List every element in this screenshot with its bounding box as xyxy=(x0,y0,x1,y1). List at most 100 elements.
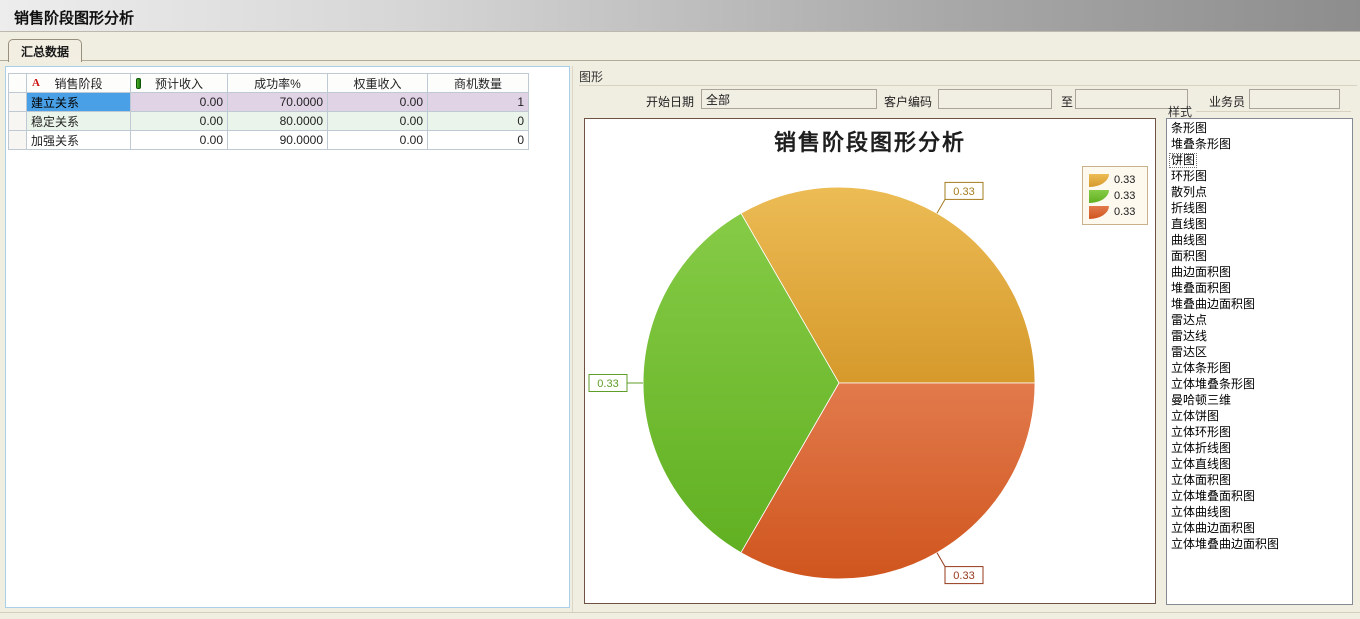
style-list-item[interactable]: 立体曲边面积图 xyxy=(1169,520,1350,536)
style-item-label: 堆叠曲边面积图 xyxy=(1169,297,1257,312)
style-list-item[interactable]: 立体曲线图 xyxy=(1169,504,1350,520)
style-list-item[interactable]: 堆叠条形图 xyxy=(1169,136,1350,152)
column-header-stage[interactable]: A 销售阶段 xyxy=(27,74,131,93)
row-indicator-cell[interactable] xyxy=(9,93,27,112)
chart-style-list[interactable]: 条形图堆叠条形图饼图环形图散列点折线图直线图曲线图面积图曲边面积图堆叠面积图堆叠… xyxy=(1166,118,1353,605)
column-header-expected[interactable]: 预计收入 xyxy=(131,74,228,93)
table-row[interactable]: 稳定关系0.0080.00000.000 xyxy=(9,112,529,131)
legend-swatch-icon xyxy=(1089,206,1109,219)
pie-chart: 0.33 0.33 0.33 xyxy=(585,119,1155,603)
legend-value: 0.33 xyxy=(1114,174,1135,186)
style-list-item[interactable]: 立体堆叠曲边面积图 xyxy=(1169,536,1350,552)
style-list-item[interactable]: 散列点 xyxy=(1169,184,1350,200)
salesman-label: 业务员 xyxy=(1209,93,1245,110)
table-cell[interactable]: 70.0000 xyxy=(228,93,328,112)
style-list-item[interactable]: 雷达区 xyxy=(1169,344,1350,360)
style-list-item[interactable]: 立体折线图 xyxy=(1169,440,1350,456)
style-item-label: 立体环形图 xyxy=(1169,425,1233,440)
column-header-success[interactable]: 成功率% xyxy=(228,74,328,93)
style-item-label: 曼哈顿三维 xyxy=(1169,393,1233,408)
graph-panel-caption: 图形 xyxy=(579,68,1357,86)
style-list-item[interactable]: 折线图 xyxy=(1169,200,1350,216)
red-a-icon: A xyxy=(32,77,40,89)
slice-label-text: 0.33 xyxy=(953,570,974,582)
table-cell[interactable]: 0.00 xyxy=(328,131,428,150)
style-list-item[interactable]: 立体堆叠条形图 xyxy=(1169,376,1350,392)
table-cell[interactable]: 0.00 xyxy=(328,112,428,131)
style-list-item[interactable]: 面积图 xyxy=(1169,248,1350,264)
slice-label-text: 0.33 xyxy=(597,378,618,390)
style-list-item[interactable]: 立体面积图 xyxy=(1169,472,1350,488)
column-header-label: 权重收入 xyxy=(353,77,401,91)
summary-grid-panel: A 销售阶段 预计收入 成功率% 权重收入 商机数量 建立关系0.0070.00… xyxy=(5,66,570,608)
style-list-item[interactable]: 堆叠面积图 xyxy=(1169,280,1350,296)
style-list-item[interactable]: 立体环形图 xyxy=(1169,424,1350,440)
style-item-label: 堆叠面积图 xyxy=(1169,281,1233,296)
style-item-label: 立体曲边面积图 xyxy=(1169,521,1257,536)
label-callout-line xyxy=(937,199,945,213)
table-cell[interactable]: 0.00 xyxy=(328,93,428,112)
table-row[interactable]: 建立关系0.0070.00000.001 xyxy=(9,93,529,112)
start-date-input[interactable] xyxy=(701,89,877,109)
style-item-label: 立体堆叠曲边面积图 xyxy=(1169,537,1281,552)
slice-label-text: 0.33 xyxy=(953,186,974,198)
style-list-item[interactable]: 曲边面积图 xyxy=(1169,264,1350,280)
style-list-item[interactable]: 雷达点 xyxy=(1169,312,1350,328)
table-cell[interactable]: 80.0000 xyxy=(228,112,328,131)
style-list-item[interactable]: 立体饼图 xyxy=(1169,408,1350,424)
table-cell[interactable]: 1 xyxy=(428,93,529,112)
style-list-item[interactable]: 雷达线 xyxy=(1169,328,1350,344)
style-item-label: 立体折线图 xyxy=(1169,441,1233,456)
tab-summary-data[interactable]: 汇总数据 xyxy=(8,39,82,62)
column-header-label: 成功率% xyxy=(254,77,301,91)
column-header-weighted[interactable]: 权重收入 xyxy=(328,74,428,93)
salesman-input[interactable] xyxy=(1249,89,1340,109)
table-cell[interactable]: 0.00 xyxy=(131,112,228,131)
style-list-item[interactable]: 环形图 xyxy=(1169,168,1350,184)
table-row[interactable]: 加强关系0.0090.00000.000 xyxy=(9,131,529,150)
style-list-item[interactable]: 条形图 xyxy=(1169,120,1350,136)
style-item-label: 雷达点 xyxy=(1169,313,1209,328)
start-date-label: 开始日期 xyxy=(646,93,694,110)
column-header-count[interactable]: 商机数量 xyxy=(428,74,529,93)
style-list-item[interactable]: 曲线图 xyxy=(1169,232,1350,248)
column-header-label: 预计收入 xyxy=(155,77,203,91)
style-list-item[interactable]: 堆叠曲边面积图 xyxy=(1169,296,1350,312)
style-list-item[interactable]: 立体堆叠面积图 xyxy=(1169,488,1350,504)
style-list-item[interactable]: 直线图 xyxy=(1169,216,1350,232)
style-item-label: 环形图 xyxy=(1169,169,1209,184)
style-item-label: 直线图 xyxy=(1169,217,1209,232)
style-list-item[interactable]: 饼图 xyxy=(1169,152,1350,168)
legend-swatch-icon xyxy=(1089,190,1109,203)
table-cell[interactable]: 加强关系 xyxy=(27,131,131,150)
style-item-label: 面积图 xyxy=(1169,249,1209,264)
table-cell[interactable]: 建立关系 xyxy=(27,93,131,112)
row-indicator-cell[interactable] xyxy=(9,112,27,131)
legend-value: 0.33 xyxy=(1114,206,1135,218)
table-cell[interactable]: 0.00 xyxy=(131,93,228,112)
window-titlebar: 销售阶段图形分析 xyxy=(0,0,1360,32)
customer-code-input[interactable] xyxy=(938,89,1052,109)
table-cell[interactable]: 0 xyxy=(428,112,529,131)
style-item-label: 立体堆叠条形图 xyxy=(1169,377,1257,392)
legend-entry: 0.33 xyxy=(1089,172,1141,188)
stage-table-body: 建立关系0.0070.00000.001稳定关系0.0080.00000.000… xyxy=(9,93,529,150)
style-item-label: 折线图 xyxy=(1169,201,1209,216)
style-list-item[interactable]: 立体直线图 xyxy=(1169,456,1350,472)
style-item-label: 条形图 xyxy=(1169,121,1209,136)
table-cell[interactable]: 稳定关系 xyxy=(27,112,131,131)
table-cell[interactable]: 0 xyxy=(428,131,529,150)
style-item-label: 曲边面积图 xyxy=(1169,265,1233,280)
chart-legend: 0.33 0.33 0.33 xyxy=(1082,166,1148,225)
row-indicator-header xyxy=(9,74,27,93)
column-header-label: 销售阶段 xyxy=(54,77,102,91)
tab-strip: 汇总数据 xyxy=(0,32,1360,61)
page-title: 销售阶段图形分析 xyxy=(14,7,134,28)
legend-entry: 0.33 xyxy=(1089,188,1141,204)
table-cell[interactable]: 0.00 xyxy=(131,131,228,150)
style-list-item[interactable]: 立体条形图 xyxy=(1169,360,1350,376)
style-list-item[interactable]: 曼哈顿三维 xyxy=(1169,392,1350,408)
table-cell[interactable]: 90.0000 xyxy=(228,131,328,150)
bottom-strip xyxy=(0,612,1360,619)
row-indicator-cell[interactable] xyxy=(9,131,27,150)
